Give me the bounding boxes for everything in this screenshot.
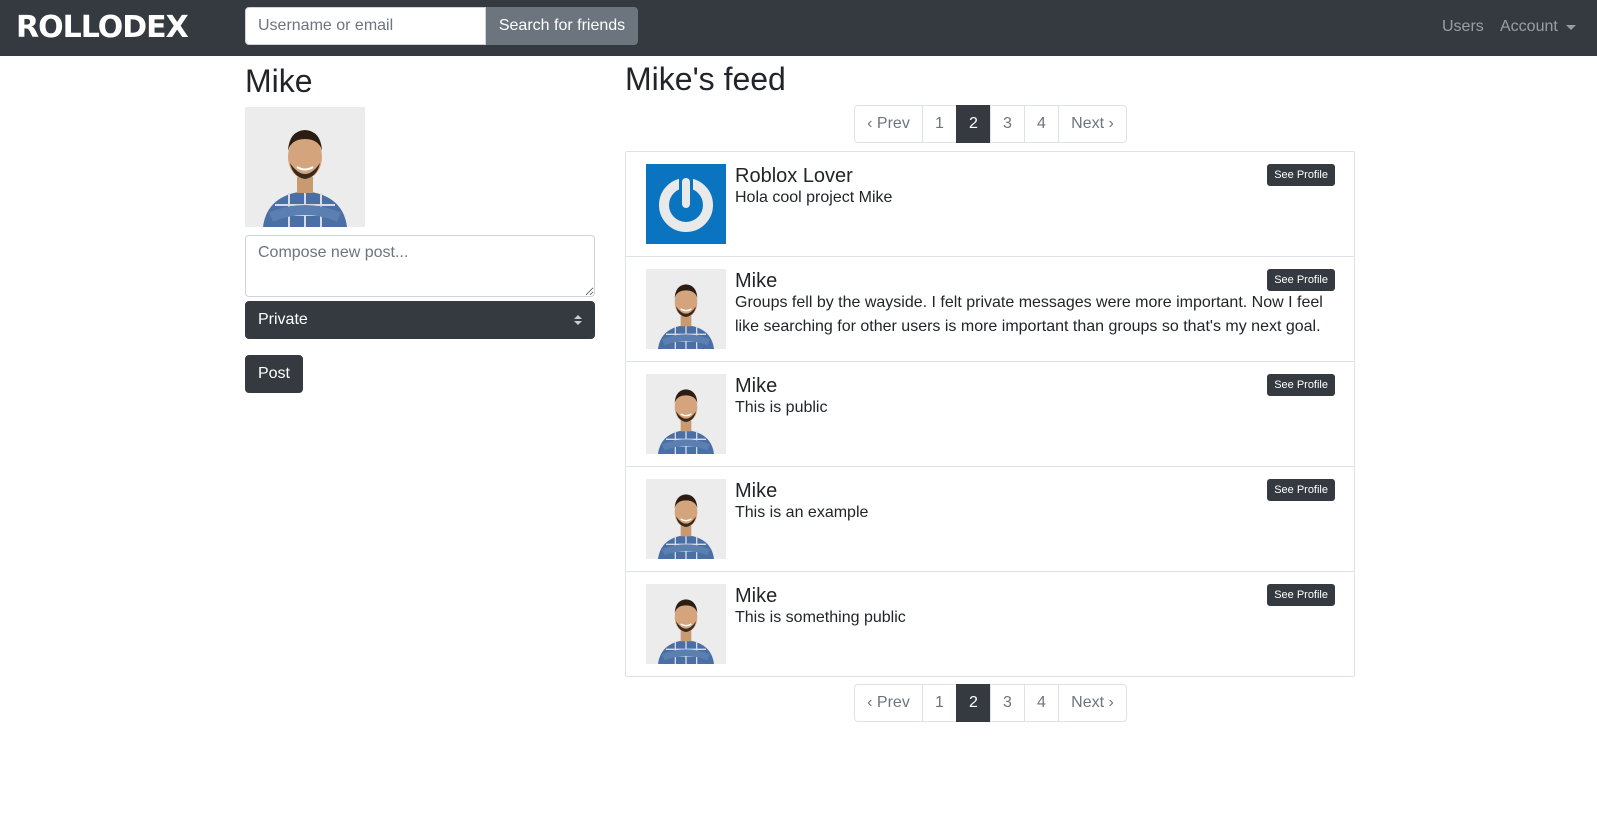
pagination-page-2[interactable]: 2 (956, 105, 991, 143)
nav-account-label: Account (1500, 18, 1558, 35)
pagination-page-4[interactable]: 4 (1024, 105, 1059, 143)
feed-title: Mike's feed (625, 61, 786, 97)
see-profile-button[interactable]: See Profile (1267, 479, 1335, 501)
search-for-friends-button[interactable]: Search for friends (486, 7, 638, 45)
post-author: Mike (735, 270, 778, 292)
profile-name: Mike (245, 63, 313, 99)
feed-item: Roblox Lover Hola cool project Mike See … (626, 152, 1354, 257)
feed-list: Roblox Lover Hola cool project Mike See … (625, 151, 1355, 677)
pagination-page-4[interactable]: 4 (1024, 684, 1059, 722)
pagination-page-3[interactable]: 3 (990, 105, 1025, 143)
profile-avatar (245, 107, 365, 227)
brand-text: ROLLODEX (16, 10, 189, 45)
person-avatar (646, 479, 726, 559)
pagination-next[interactable]: Next › (1058, 684, 1127, 722)
pagination-top: ‹ Prev 1 2 3 4 Next › (854, 105, 1127, 143)
see-profile-button[interactable]: See Profile (1267, 269, 1335, 291)
top-navbar: ROLLODEX Search for friends Users Accoun… (0, 0, 1597, 56)
pagination-page-1[interactable]: 1 (922, 684, 957, 722)
post-author: Mike (735, 480, 778, 502)
feed-item: Mike Groups fell by the wayside. I felt … (626, 257, 1354, 362)
post-text: Hola cool project Mike (735, 189, 893, 206)
post-author: Mike (735, 585, 778, 607)
nav-account-dropdown[interactable]: Account (1500, 17, 1576, 37)
post-text: This is something public (735, 609, 906, 626)
chevron-down-icon (1565, 24, 1576, 30)
see-profile-button[interactable]: See Profile (1267, 164, 1335, 186)
select-arrows-icon (574, 315, 582, 325)
compose-post-input[interactable] (245, 235, 595, 297)
brand-logo[interactable]: ROLLODEX (16, 10, 189, 45)
pagination-prev[interactable]: ‹ Prev (854, 684, 923, 722)
see-profile-button[interactable]: See Profile (1267, 584, 1335, 606)
nav-users-link[interactable]: Users (1442, 17, 1484, 37)
privacy-select[interactable]: Private (245, 301, 595, 339)
pagination-page-2[interactable]: 2 (956, 684, 991, 722)
person-avatar (646, 584, 726, 664)
power-logo-avatar (646, 164, 726, 244)
post-text: This is public (735, 399, 828, 416)
post-button[interactable]: Post (245, 355, 303, 393)
pagination-page-3[interactable]: 3 (990, 684, 1025, 722)
pagination-bottom: ‹ Prev 1 2 3 4 Next › (854, 684, 1127, 722)
post-author: Mike (735, 375, 778, 397)
post-text: This is an example (735, 504, 869, 521)
feed-item: Mike This is public See Profile (626, 362, 1354, 467)
privacy-select-value: Private (258, 311, 308, 328)
pagination-page-1[interactable]: 1 (922, 105, 957, 143)
feed-item: Mike This is something public See Profil… (626, 572, 1354, 676)
see-profile-button[interactable]: See Profile (1267, 374, 1335, 396)
search-input[interactable] (245, 7, 486, 45)
feed-item: Mike This is an example See Profile (626, 467, 1354, 572)
pagination-prev[interactable]: ‹ Prev (854, 105, 923, 143)
person-avatar (646, 269, 726, 349)
post-text: Groups fell by the wayside. I felt priva… (735, 294, 1323, 335)
pagination-next[interactable]: Next › (1058, 105, 1127, 143)
post-author: Roblox Lover (735, 165, 853, 187)
person-avatar (646, 374, 726, 454)
